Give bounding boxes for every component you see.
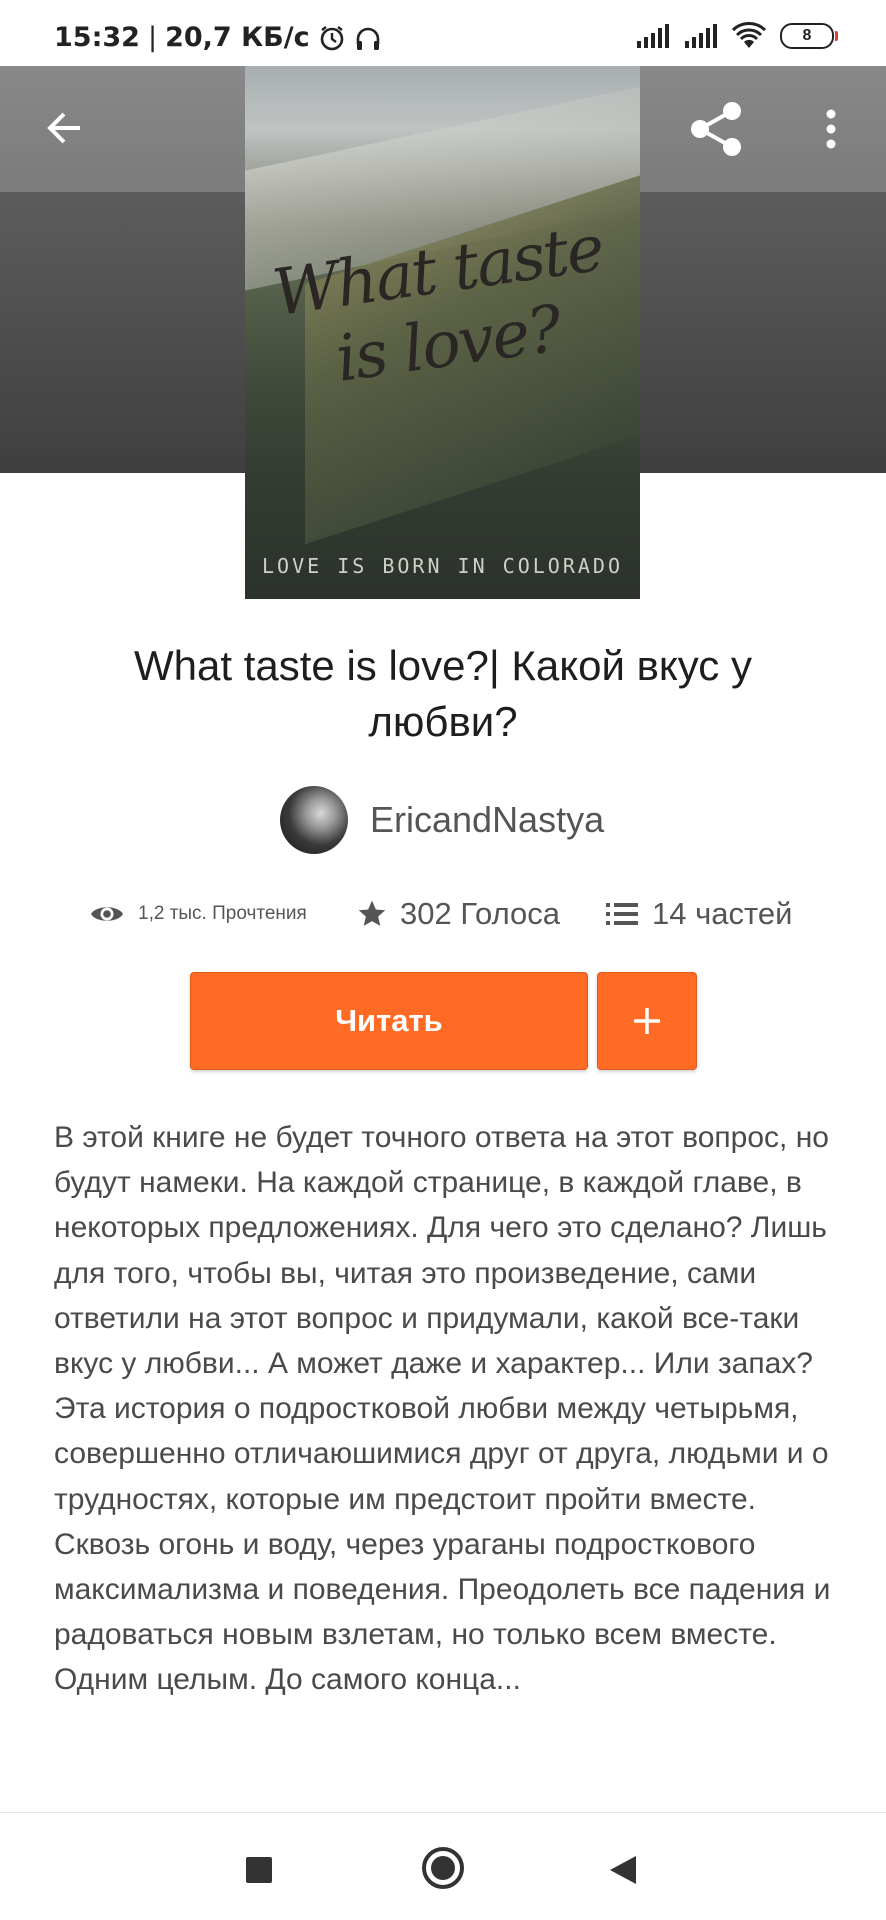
more-vert-icon [825,109,837,149]
system-nav-bar [0,1813,886,1920]
circle-icon [421,1846,465,1890]
square-icon [245,1856,273,1884]
description-paragraph: В этой книге не будет точного ответа на … [54,1121,829,1381]
read-button-label: Читать [335,1003,443,1038]
status-separator: | [147,22,158,53]
status-bar: 15:32 | 20,7 КБ/с 8 [0,0,886,66]
avatar [280,786,348,854]
parts-stat: 14 частей [606,896,792,932]
cover-tagline: LOVE IS BORN IN COLORADO [262,554,623,578]
system-back-button[interactable] [594,1841,652,1899]
status-left: 15:32 | 20,7 КБ/с [54,22,382,53]
book-cover[interactable]: What taste is love? LOVE IS BORN IN COLO… [245,66,640,599]
recent-apps-button[interactable] [230,1841,288,1899]
plus-icon [632,1006,662,1036]
author-name: EricandNastya [370,799,605,840]
share-button[interactable] [682,96,752,162]
author-link[interactable]: EricandNastya [280,785,604,855]
more-options-button[interactable] [806,96,856,162]
read-button[interactable]: Читать [190,972,588,1070]
parts-count: 14 частей [652,896,793,931]
status-speed: 20,7 КБ/с [165,22,310,53]
reads-stat: 1,2 тыс. Прочтения [90,902,307,926]
votes-count: 302 Голоса [400,896,561,931]
eye-icon [90,902,124,926]
book-title: What taste is love?| Какой вкус у любви? [134,642,752,745]
status-right: 8 [636,22,838,50]
home-button[interactable] [412,1837,474,1899]
back-button[interactable] [36,98,92,158]
triangle-back-icon [608,1854,638,1886]
star-icon [356,898,388,930]
wifi-icon [732,22,766,50]
arrow-back-icon [44,108,84,148]
book-stats: 1,2 тыс. Прочтения 302 Голоса 14 частей [0,890,886,946]
headphones-icon [354,24,382,52]
book-description: В этой книге не будет точного ответа на … [54,1115,844,1703]
reads-count: 1,2 тыс. Прочтения [138,903,307,924]
alarm-icon [318,24,346,52]
share-icon [688,100,746,158]
battery-indicator: 8 [780,23,838,49]
list-icon [606,900,638,928]
description-paragraph: Эта история о подростковой любви между ч… [54,1392,831,1697]
signal-icon [684,23,718,49]
votes-stat: 302 Голоса [356,896,560,932]
signal-icon [636,23,670,49]
status-time: 15:32 [54,22,140,53]
add-to-library-button[interactable] [597,972,697,1070]
